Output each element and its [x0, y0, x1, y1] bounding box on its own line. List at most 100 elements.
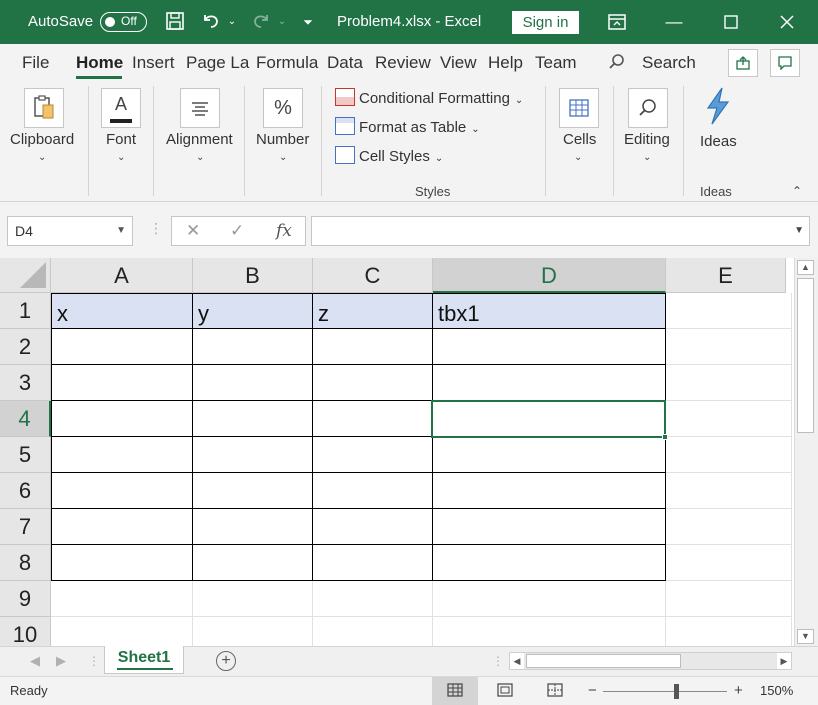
cell-b8[interactable] [193, 545, 313, 581]
vertical-scrollbar[interactable]: ▲ ▼ [794, 258, 818, 646]
cell-e1[interactable] [666, 293, 792, 329]
row-header-8[interactable]: 8 [0, 545, 51, 581]
tab-insert[interactable]: Insert [132, 44, 175, 80]
worksheet-grid[interactable]: A B C D E 1 2 3 4 5 6 7 8 9 10 x y z tbx… [0, 258, 794, 646]
vertical-scroll-thumb[interactable] [797, 278, 814, 433]
row-header-5[interactable]: 5 [0, 437, 51, 473]
cell-a1[interactable]: x [51, 293, 193, 329]
comments-icon[interactable] [770, 49, 800, 77]
zoom-out-icon[interactable]: − [588, 677, 597, 705]
ideas-group[interactable]: Ideas Ideas [684, 80, 754, 200]
cell-c6[interactable] [313, 473, 433, 509]
cell-c5[interactable] [313, 437, 433, 473]
undo-icon[interactable] [198, 0, 224, 44]
search-icon[interactable] [608, 44, 630, 80]
cell-styles-button[interactable]: Cell Styles ⌄ [335, 146, 443, 168]
cell-e3[interactable] [666, 365, 792, 401]
cell-b6[interactable] [193, 473, 313, 509]
cell-e7[interactable] [666, 509, 792, 545]
cell-c2[interactable] [313, 329, 433, 365]
cell-e4[interactable] [666, 401, 792, 437]
scroll-left-icon[interactable]: ◀ [510, 653, 524, 669]
cell-d6[interactable] [433, 473, 666, 509]
row-header-10[interactable]: 10 [0, 617, 51, 646]
cell-a5[interactable] [51, 437, 193, 473]
cell-a3[interactable] [51, 365, 193, 401]
number-group[interactable]: % Number ⌄ [245, 80, 321, 200]
zoom-slider-knob[interactable] [674, 684, 679, 699]
tab-split-handle-icon[interactable]: ⋮ [88, 654, 100, 668]
tab-team[interactable]: Team [535, 44, 577, 80]
format-as-table-button[interactable]: Format as Table ⌄ [335, 117, 480, 139]
cell-b4[interactable] [193, 401, 313, 437]
cell-d10[interactable] [433, 617, 666, 646]
row-header-2[interactable]: 2 [0, 329, 51, 365]
column-header-c[interactable]: C [313, 258, 433, 293]
cell-c4[interactable] [313, 401, 433, 437]
name-box[interactable]: D4 ▼ [7, 216, 133, 246]
font-group[interactable]: A Font ⌄ [89, 80, 153, 200]
page-layout-view-icon[interactable] [482, 677, 528, 705]
column-header-d[interactable]: D [433, 258, 666, 293]
cell-e9[interactable] [666, 581, 792, 617]
cell-d8[interactable] [433, 545, 666, 581]
search-box[interactable]: Search [642, 44, 696, 80]
row-header-1[interactable]: 1 [0, 293, 51, 329]
zoom-in-icon[interactable]: + [734, 677, 743, 705]
maximize-icon[interactable] [717, 0, 745, 44]
zoom-slider-track[interactable] [603, 691, 727, 692]
cell-a7[interactable] [51, 509, 193, 545]
cell-d5[interactable] [433, 437, 666, 473]
close-icon[interactable] [773, 0, 801, 44]
tab-home[interactable]: Home [76, 44, 123, 80]
cell-b1[interactable]: y [193, 293, 313, 329]
cell-b10[interactable] [193, 617, 313, 646]
fill-handle[interactable] [662, 434, 668, 440]
cell-d3[interactable] [433, 365, 666, 401]
cell-e8[interactable] [666, 545, 792, 581]
expand-formula-bar-icon[interactable]: ▼ [794, 217, 804, 245]
page-break-preview-icon[interactable] [532, 677, 578, 705]
next-sheet-icon[interactable]: ▶ [56, 647, 66, 675]
cell-e6[interactable] [666, 473, 792, 509]
cell-c8[interactable] [313, 545, 433, 581]
cell-e5[interactable] [666, 437, 792, 473]
cell-d7[interactable] [433, 509, 666, 545]
collapse-ribbon-icon[interactable]: ⌃ [792, 184, 802, 198]
row-header-4[interactable]: 4 [0, 401, 51, 437]
cells-group[interactable]: Cells ⌄ [546, 80, 612, 200]
column-header-e[interactable]: E [666, 258, 786, 293]
zoom-level[interactable]: 150% [760, 677, 793, 705]
cell-a6[interactable] [51, 473, 193, 509]
scroll-down-icon[interactable]: ▼ [797, 629, 814, 644]
cell-c10[interactable] [313, 617, 433, 646]
cell-b5[interactable] [193, 437, 313, 473]
cell-a4[interactable] [51, 401, 193, 437]
cell-e10[interactable] [666, 617, 792, 646]
tab-formulas[interactable]: Formula [256, 44, 320, 80]
cell-d1[interactable]: tbx1 [433, 293, 666, 329]
scroll-split-handle-icon[interactable]: ⋮ [492, 654, 504, 668]
cell-d2[interactable] [433, 329, 666, 365]
add-sheet-icon[interactable]: + [216, 651, 236, 671]
sheet-tab-sheet1[interactable]: Sheet1 [104, 646, 184, 674]
formula-bar-handle-icon[interactable]: ⋮ [149, 220, 163, 237]
select-all-button[interactable] [0, 258, 51, 293]
cell-a2[interactable] [51, 329, 193, 365]
cell-b2[interactable] [193, 329, 313, 365]
tab-review[interactable]: Review [375, 44, 431, 80]
chevron-down-icon[interactable]: ▼ [116, 217, 126, 245]
minimize-icon[interactable]: — [660, 0, 688, 44]
cell-b3[interactable] [193, 365, 313, 401]
row-header-7[interactable]: 7 [0, 509, 51, 545]
cell-a9[interactable] [51, 581, 193, 617]
conditional-formatting-button[interactable]: Conditional Formatting ⌄ [335, 88, 523, 110]
cancel-icon[interactable]: ✕ [186, 217, 200, 245]
formula-input[interactable]: ▼ [311, 216, 810, 246]
tab-page-layout[interactable]: Page La [186, 44, 250, 80]
horizontal-scrollbar[interactable]: ◀ ▶ [509, 652, 792, 670]
clipboard-group[interactable]: Clipboard ⌄ [0, 80, 88, 200]
cell-b9[interactable] [193, 581, 313, 617]
cell-c1[interactable]: z [313, 293, 433, 329]
scroll-up-icon[interactable]: ▲ [797, 260, 814, 275]
